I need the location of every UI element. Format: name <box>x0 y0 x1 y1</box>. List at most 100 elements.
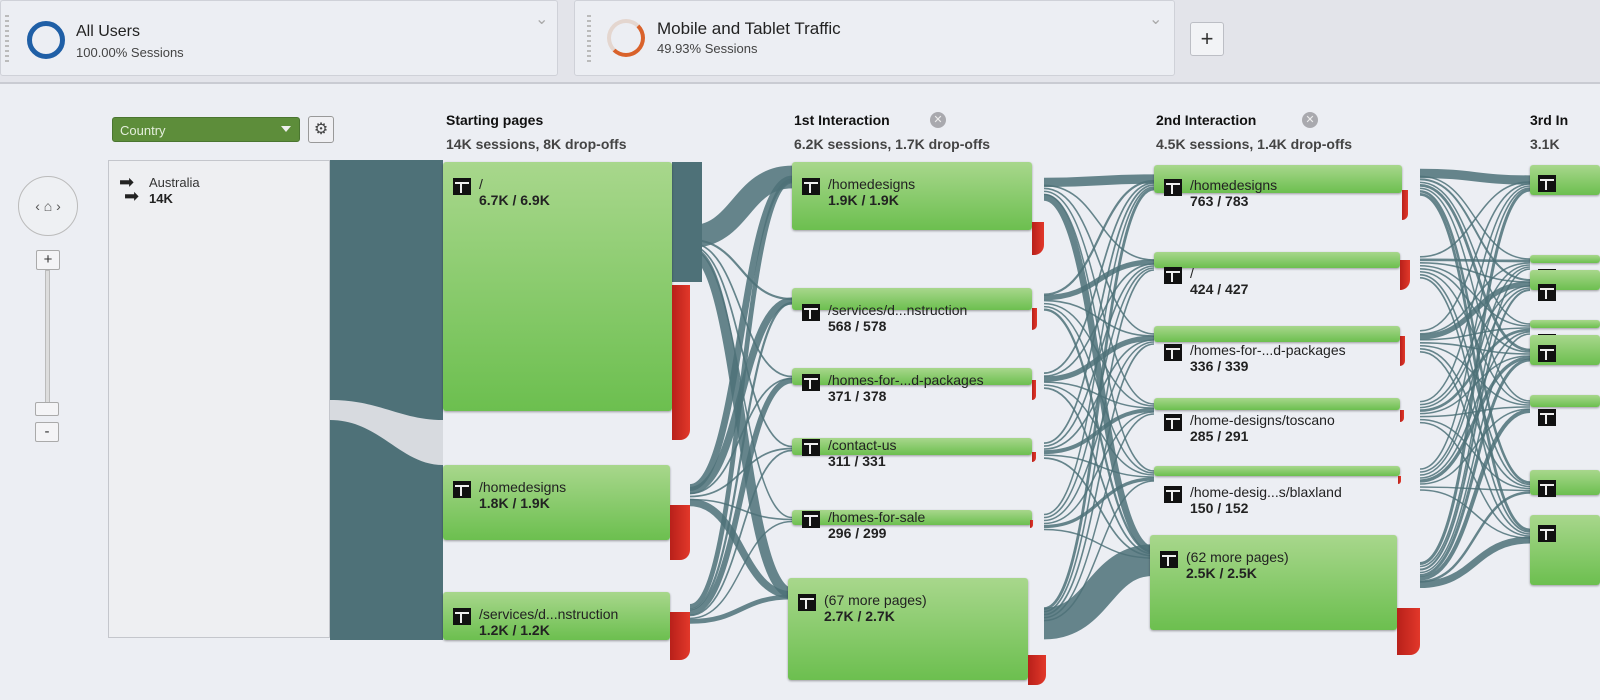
flow-link <box>330 160 443 640</box>
node-page: (67 more pages) <box>824 592 927 608</box>
node-label: /homedesigns 1.9K / 1.9K <box>802 176 915 208</box>
page-icon <box>802 178 820 195</box>
page-node[interactable] <box>1154 398 1400 410</box>
flow-link <box>672 162 702 282</box>
node-label: /contact-us 311 / 331 <box>802 437 896 469</box>
column-summary: 6.2K sessions, 1.7K drop-offs <box>794 136 991 152</box>
node-value: 6.7K / 6.9K <box>479 192 550 208</box>
node-page: /homes-for-...d-packages <box>1190 342 1346 358</box>
page-icon <box>1538 480 1556 497</box>
page-icon <box>1538 175 1556 192</box>
node-page: / <box>1190 265 1194 281</box>
node-label: (62 more pages) 2.5K / 2.5K <box>1160 549 1289 581</box>
page-icon <box>453 481 471 498</box>
column-title: Starting pages <box>446 112 544 128</box>
node-value: 2.5K / 2.5K <box>1186 565 1257 581</box>
flow-link <box>1419 285 1531 409</box>
page-icon <box>802 439 820 456</box>
node-value: 1.9K / 1.9K <box>828 192 899 208</box>
flow-link <box>1043 174 1155 188</box>
page-icon <box>802 511 820 528</box>
dropoff-indicator[interactable] <box>1400 336 1405 366</box>
dropoff-indicator[interactable] <box>670 612 690 660</box>
dropoff-indicator[interactable] <box>672 285 690 440</box>
flow-link <box>1419 188 1531 565</box>
node-page: /homedesigns <box>1190 177 1278 193</box>
node-page: /home-desig...s/blaxland <box>1190 484 1342 500</box>
page-node[interactable] <box>1530 395 1600 407</box>
page-icon <box>453 608 471 625</box>
dropoff-indicator[interactable] <box>670 505 690 560</box>
flow-link <box>1043 194 1155 554</box>
remove-column-icon[interactable]: ✕ <box>930 112 946 128</box>
dropoff-indicator[interactable] <box>1032 380 1036 400</box>
column-header: 2nd Interaction 4.5K sessions, 1.4K drop-… <box>1156 112 1352 152</box>
page-icon <box>453 178 471 195</box>
page-icon <box>1164 267 1182 284</box>
dropoff-indicator[interactable] <box>1032 308 1037 330</box>
node-label: /homedesigns 763 / 783 <box>1164 177 1277 209</box>
flow-link <box>1043 265 1155 447</box>
column-title: 3rd In <box>1530 112 1569 128</box>
dropoff-indicator[interactable] <box>1397 608 1420 655</box>
node-page: /homes-for-sale <box>828 509 926 525</box>
node-label: /6.7K / 6.9K <box>453 176 550 208</box>
node-value: 1.8K / 1.9K <box>479 495 550 511</box>
column-summary: 4.5K sessions, 1.4K drop-offs <box>1156 136 1353 152</box>
node-label: /homes-for-...d-packages 371 / 378 <box>802 372 984 404</box>
column-title: 2nd Interaction <box>1156 112 1257 128</box>
node-value: 371 / 378 <box>828 388 887 404</box>
dropoff-indicator[interactable] <box>1032 222 1044 255</box>
country-value: 14K <box>149 191 173 206</box>
node-label: /home-desig...s/blaxland 150 / 152 <box>1164 484 1342 516</box>
node-page: /services/d...nstruction <box>828 302 968 318</box>
node-value: 1.2K / 1.2K <box>479 622 550 638</box>
page-icon <box>802 374 820 391</box>
page-node[interactable] <box>1530 255 1600 263</box>
arrows-icon: ➡ ➡ <box>119 172 140 206</box>
page-icon <box>1538 345 1556 362</box>
page-icon <box>1538 284 1556 301</box>
dropoff-indicator[interactable] <box>1402 190 1408 220</box>
node-label: /services/d...nstruction 568 / 578 <box>802 302 967 334</box>
dropoff-indicator[interactable] <box>1028 655 1046 685</box>
page-node[interactable] <box>1154 466 1400 476</box>
node-value: 568 / 578 <box>828 318 887 334</box>
node-label: (67 more pages) 2.7K / 2.7K <box>798 592 927 624</box>
country-name: Australia <box>149 175 200 190</box>
page-icon <box>1164 486 1182 503</box>
node-value: 150 / 152 <box>1190 500 1249 516</box>
node-page: /home-designs/toscano <box>1190 412 1335 428</box>
flow-link <box>1419 258 1531 263</box>
page-icon <box>1164 344 1182 361</box>
page-icon <box>1538 525 1556 542</box>
page-node[interactable] <box>1154 326 1400 342</box>
node-value: 311 / 331 <box>828 453 886 469</box>
page-icon <box>1160 551 1178 568</box>
node-value: 296 / 299 <box>828 525 887 541</box>
node-page: /homedesigns <box>479 479 567 495</box>
node-page: (62 more pages) <box>1186 549 1289 565</box>
node-label: /homes-for-sale 296 / 299 <box>802 509 925 541</box>
node-value: 763 / 783 <box>1190 193 1249 209</box>
node-label: /424 / 427 <box>1164 265 1248 297</box>
page-icon <box>1538 409 1556 426</box>
country-node-australia[interactable]: ➡ ➡ Australia 14K <box>108 160 330 638</box>
remove-column-icon[interactable]: ✕ <box>1302 112 1318 128</box>
column-title: 1st Interaction <box>794 112 890 128</box>
column-summary: 14K sessions, 8K drop-offs <box>446 136 627 152</box>
node-label: /homes-for-...d-packages 336 / 339 <box>1164 342 1346 374</box>
node-page: /services/d...nstruction <box>479 606 619 622</box>
flow-link <box>1043 184 1155 261</box>
page-node[interactable] <box>1530 320 1600 328</box>
node-label: /homedesigns 1.8K / 1.9K <box>453 479 566 511</box>
node-value: 285 / 291 <box>1190 428 1249 444</box>
node-page: / <box>479 176 483 192</box>
column-summary: 3.1K <box>1530 136 1560 152</box>
page-icon <box>1164 179 1182 196</box>
node-value: 2.7K / 2.7K <box>824 608 895 624</box>
node-page: /homedesigns <box>828 176 916 192</box>
page-icon <box>802 304 820 321</box>
node-value: 336 / 339 <box>1190 358 1249 374</box>
flow-link <box>1043 187 1155 610</box>
